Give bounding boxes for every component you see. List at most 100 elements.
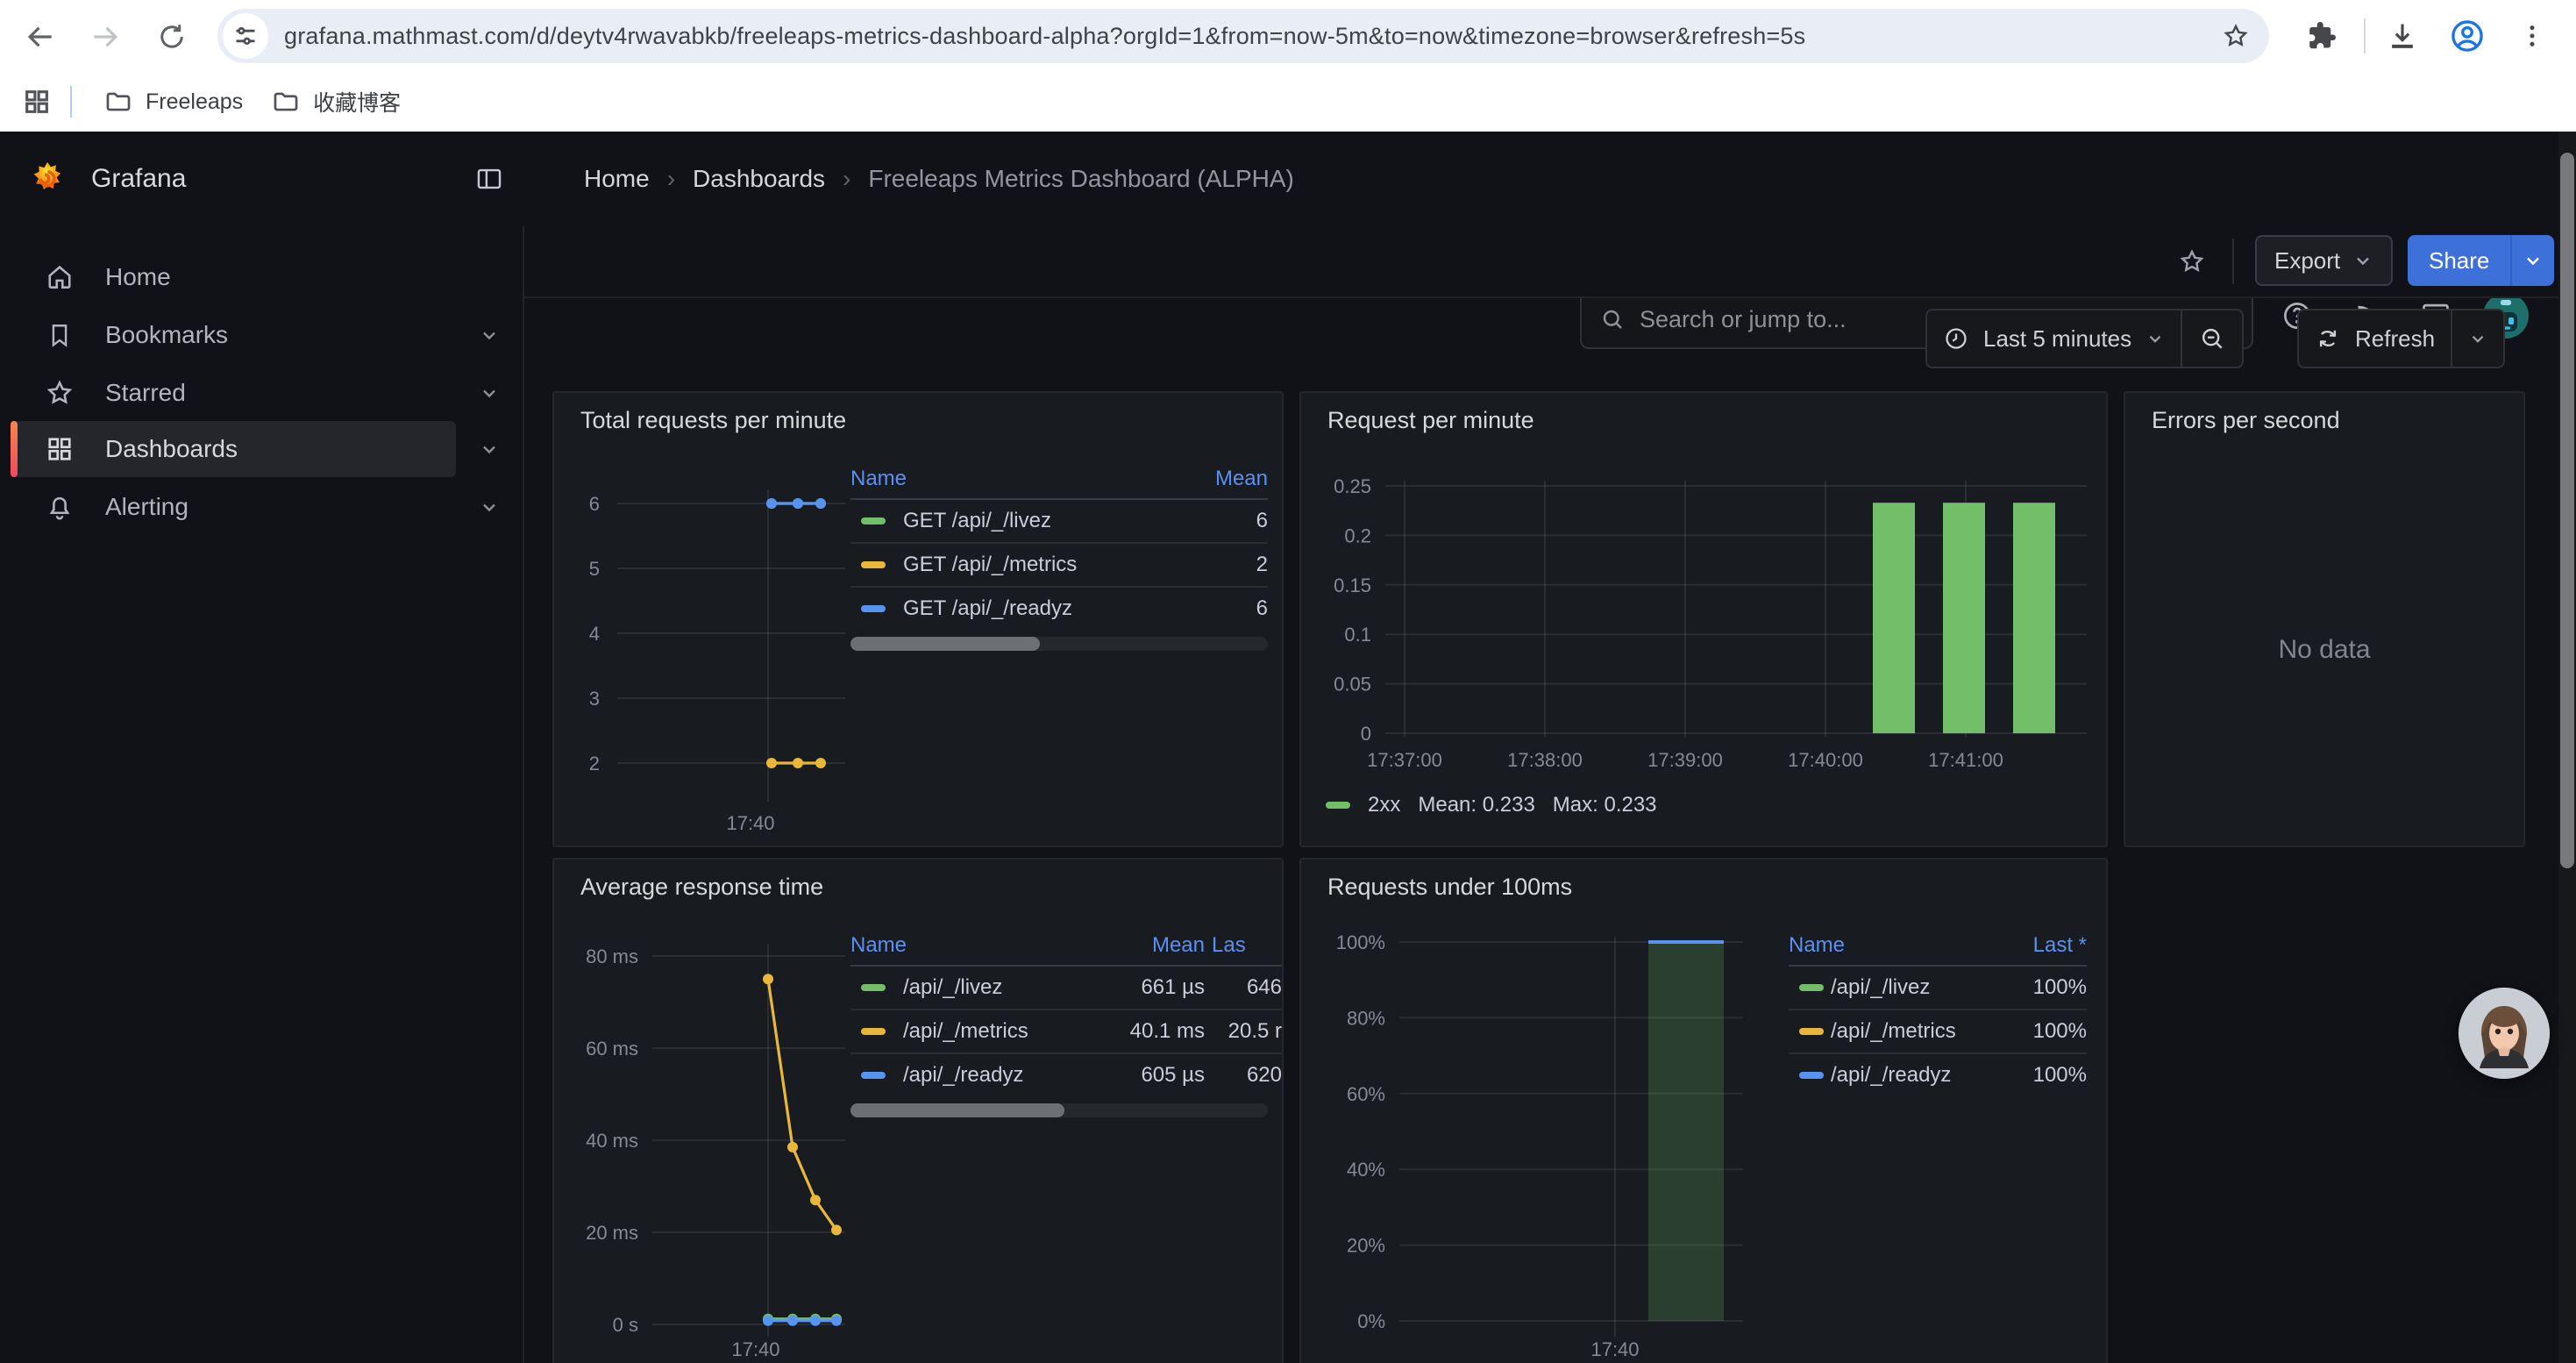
sidebar-item-label: Alerting bbox=[105, 493, 189, 521]
expand-bookmarks-button[interactable] bbox=[473, 319, 505, 351]
panel-title[interactable]: Errors per second bbox=[2152, 407, 2340, 434]
legend-header-last[interactable]: Last * bbox=[2003, 933, 2087, 958]
legend-row: /api/_/livez 100% bbox=[1789, 967, 2087, 1010]
floating-assistant-avatar[interactable] bbox=[2459, 988, 2550, 1079]
svg-text:0.1: 0.1 bbox=[1344, 624, 1371, 646]
toolbar-divider bbox=[2232, 239, 2234, 284]
series-mean: 40.1 ms bbox=[1085, 1019, 1205, 1044]
profile-button[interactable] bbox=[2441, 10, 2494, 62]
series-swatch bbox=[861, 561, 886, 568]
screen: grafana.mathmast.com/d/deytv4rwavabkb/fr… bbox=[0, 0, 2576, 1363]
time-range-picker[interactable]: Last 5 minutes bbox=[1927, 310, 2181, 367]
series-name[interactable]: /api/_/livez bbox=[903, 975, 1078, 1000]
svg-text:80 ms: 80 ms bbox=[586, 946, 638, 967]
sidebar-item-alerting[interactable]: Alerting bbox=[11, 479, 456, 535]
series-name[interactable]: /api/_/livez bbox=[1831, 975, 2003, 1000]
legend-header-name[interactable]: Name bbox=[850, 467, 1177, 491]
profile-icon bbox=[2449, 18, 2486, 54]
chevron-down-icon bbox=[2352, 250, 2373, 271]
forward-button[interactable] bbox=[79, 11, 132, 63]
reload-button[interactable] bbox=[146, 11, 198, 63]
sidebar-item-label: Dashboards bbox=[105, 435, 238, 463]
active-item-accent bbox=[11, 421, 18, 477]
svg-text:20 ms: 20 ms bbox=[586, 1222, 638, 1244]
svg-text:2: 2 bbox=[589, 753, 600, 774]
legend-table: Name Mean Las /api/_/livez 661 µs 646 /a… bbox=[850, 926, 1282, 1096]
page-scrollbar[interactable] bbox=[2558, 132, 2576, 1363]
legend-header-mean[interactable]: Mean bbox=[1085, 933, 1205, 958]
series-name[interactable]: GET /api/_/readyz bbox=[903, 596, 1177, 621]
expand-starred-button[interactable] bbox=[473, 377, 505, 409]
legend-header-name[interactable]: Name bbox=[1789, 933, 2003, 958]
forward-icon bbox=[89, 20, 122, 54]
grafana-header: Grafana Home › Dashboards › Freeleaps Me… bbox=[0, 132, 2576, 228]
svg-text:0%: 0% bbox=[1357, 1310, 1385, 1332]
breadcrumb-separator: › bbox=[843, 165, 850, 193]
series-name[interactable]: /api/_/readyz bbox=[903, 1063, 1078, 1088]
series-name[interactable]: GET /api/_/livez bbox=[903, 509, 1177, 533]
back-button[interactable] bbox=[14, 11, 67, 63]
bookmark-folder-blogs[interactable]: 收藏博客 bbox=[257, 79, 415, 125]
svg-text:60 ms: 60 ms bbox=[586, 1038, 638, 1060]
apps-grid-button[interactable] bbox=[14, 79, 60, 125]
bookmark-folder-freeleaps[interactable]: Freeleaps bbox=[89, 80, 257, 124]
series-name[interactable]: /api/_/metrics bbox=[903, 1019, 1078, 1044]
legend-inline: 2xx Mean: 0.233 Max: 0.233 bbox=[1326, 793, 1657, 817]
legend-header-mean[interactable]: Mean bbox=[1177, 467, 1268, 491]
series-last: 620 bbox=[1212, 1063, 1282, 1088]
grafana-brand[interactable]: Grafana bbox=[28, 132, 186, 226]
apps-grid-icon bbox=[22, 87, 52, 117]
svg-text:6: 6 bbox=[589, 493, 600, 515]
sidebar-item-label: Bookmarks bbox=[105, 321, 228, 349]
scrollbar-thumb[interactable] bbox=[2560, 153, 2574, 868]
no-data-message: No data bbox=[2125, 635, 2523, 665]
site-info-icon[interactable] bbox=[223, 13, 268, 59]
legend-header-name[interactable]: Name bbox=[850, 933, 1078, 958]
svg-text:20%: 20% bbox=[1347, 1235, 1385, 1257]
sidebar-item-bookmarks[interactable]: Bookmarks bbox=[11, 307, 456, 363]
kebab-menu-icon bbox=[2518, 22, 2546, 50]
expand-alerting-button[interactable] bbox=[473, 491, 505, 523]
bookmark-star-icon[interactable] bbox=[2210, 10, 2262, 62]
svg-text:17:40: 17:40 bbox=[731, 1338, 779, 1360]
export-button[interactable]: Export bbox=[2255, 235, 2393, 286]
share-menu-button[interactable] bbox=[2510, 235, 2554, 286]
breadcrumb-home[interactable]: Home bbox=[584, 165, 650, 193]
svg-text:0: 0 bbox=[1361, 723, 1371, 745]
share-label: Share bbox=[2408, 235, 2510, 286]
legend-scrollbar[interactable] bbox=[850, 637, 1268, 651]
series-name[interactable]: /api/_/readyz bbox=[1831, 1063, 2003, 1088]
downloads-button[interactable] bbox=[2376, 10, 2429, 62]
chevron-down-icon bbox=[2468, 329, 2487, 348]
svg-text:17:41:00: 17:41:00 bbox=[1928, 749, 2003, 771]
grafana-logo-icon bbox=[28, 160, 67, 198]
home-icon bbox=[42, 260, 77, 295]
legend-header-last[interactable]: Las bbox=[1212, 933, 1282, 958]
mega-menu-toggle[interactable] bbox=[466, 156, 512, 202]
share-button[interactable]: Share bbox=[2408, 235, 2554, 286]
refresh-button[interactable]: Refresh bbox=[2299, 310, 2451, 367]
series-name[interactable]: 2xx bbox=[1368, 793, 1400, 817]
legend-scrollbar[interactable] bbox=[850, 1103, 1268, 1117]
url-text[interactable]: grafana.mathmast.com/d/deytv4rwavabkb/fr… bbox=[284, 23, 2210, 50]
sidebar-item-starred[interactable]: Starred bbox=[11, 365, 456, 421]
breadcrumb-dashboards[interactable]: Dashboards bbox=[693, 165, 825, 193]
extensions-button[interactable] bbox=[2295, 10, 2348, 62]
panel-total-requests-per-minute: Total requests per minute 6543217:40 Nam… bbox=[552, 391, 1284, 847]
zoom-out-button[interactable] bbox=[2182, 310, 2242, 367]
sidebar-item-label: Home bbox=[105, 263, 171, 291]
sidebar-item-home[interactable]: Home bbox=[11, 249, 456, 305]
star-icon bbox=[42, 375, 77, 410]
series-mean: 6 bbox=[1177, 509, 1268, 533]
sidebar-item-dashboards[interactable]: Dashboards bbox=[11, 421, 456, 477]
series-mean: 6 bbox=[1177, 596, 1268, 621]
url-bar[interactable]: grafana.mathmast.com/d/deytv4rwavabkb/fr… bbox=[217, 9, 2269, 63]
favorite-dashboard-button[interactable] bbox=[2167, 237, 2217, 286]
chevron-down-icon bbox=[2145, 329, 2165, 348]
series-name[interactable]: /api/_/metrics bbox=[1831, 1019, 2003, 1044]
refresh-interval-button[interactable] bbox=[2452, 310, 2503, 367]
legend-row: /api/_/readyz 605 µs 620 bbox=[850, 1054, 1282, 1096]
menu-button[interactable] bbox=[2506, 10, 2558, 62]
collapse-dashboards-button[interactable] bbox=[473, 433, 505, 465]
series-name[interactable]: GET /api/_/metrics bbox=[903, 553, 1177, 577]
